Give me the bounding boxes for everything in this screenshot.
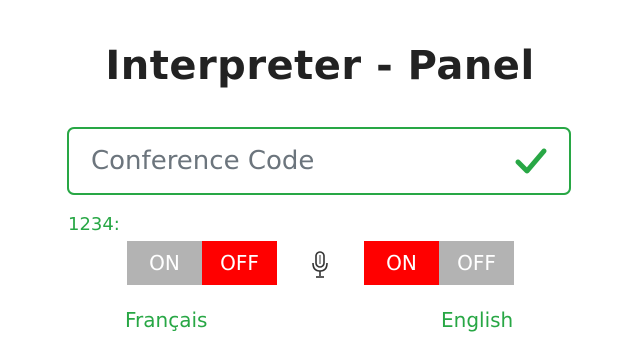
francais-off-button[interactable]: OFF — [202, 241, 277, 285]
language-label-english: English — [441, 308, 514, 332]
english-on-button[interactable]: ON — [364, 241, 439, 285]
francais-on-button[interactable]: ON — [127, 241, 202, 285]
conference-code-input[interactable] — [91, 129, 491, 193]
toggle-francais: ON OFF — [127, 241, 277, 285]
language-label-francais: Français — [125, 308, 208, 332]
english-off-button[interactable]: OFF — [439, 241, 514, 285]
conference-code-label: 1234: — [68, 214, 120, 235]
conference-code-field[interactable] — [67, 127, 571, 195]
interpreter-panel: Interpreter - Panel 1234: ON OFF ON OFF … — [0, 0, 640, 340]
microphone-icon — [312, 251, 328, 278]
page-title: Interpreter - Panel — [105, 43, 535, 89]
toggle-english: ON OFF — [364, 241, 514, 285]
check-icon — [515, 148, 547, 174]
